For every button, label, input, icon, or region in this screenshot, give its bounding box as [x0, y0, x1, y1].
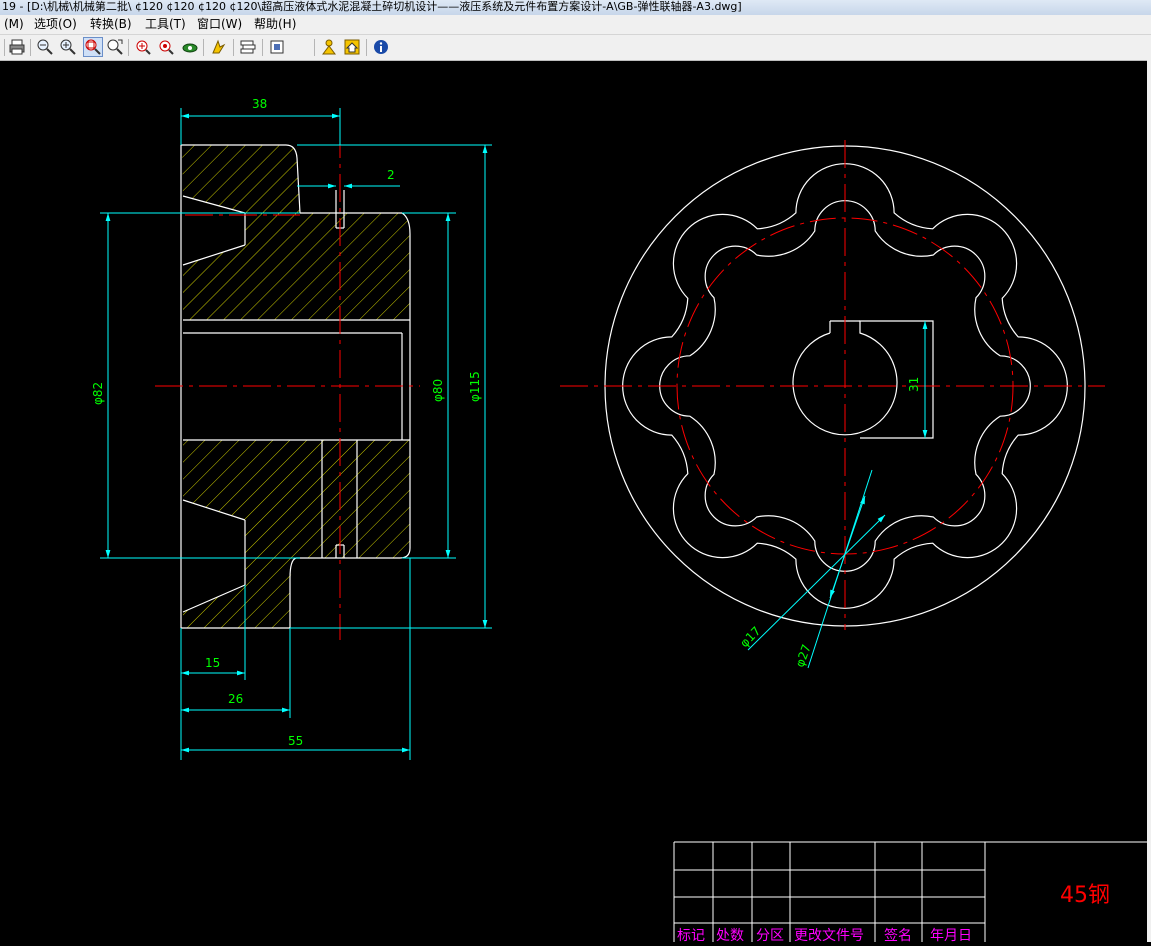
zoom-in-icon[interactable] — [59, 38, 77, 56]
window-title: 19 - [D:\机械\机械第二批\ ¢120 ¢120 ¢120 ¢120\超… — [2, 0, 742, 13]
layers-icon[interactable] — [239, 38, 257, 56]
menu-options[interactable]: 选项(O) — [32, 16, 79, 33]
dim-55: 55 — [288, 734, 303, 748]
tb-header-count: 处数 — [716, 928, 744, 942]
title-block: 标记 处数 分区 更改文件号 签名 年月日 45钢 — [673, 841, 1147, 944]
tb-header-zone: 分区 — [756, 928, 784, 942]
window-edge — [1147, 35, 1151, 942]
home-icon[interactable] — [343, 38, 361, 56]
menu-help[interactable]: 帮助(H) — [252, 16, 298, 33]
zoom-window-icon[interactable] — [83, 37, 103, 57]
dim-31: 31 — [907, 377, 921, 392]
tb-header-date: 年月日 — [930, 928, 972, 942]
background-icon[interactable] — [268, 38, 286, 56]
toolbar: BG — [0, 35, 1151, 86]
print-icon[interactable] — [8, 38, 26, 56]
dim-phi115: φ115 — [468, 371, 482, 402]
menu-bar: (M) 选项(O) 转换(B) 工具(T) 窗口(W) 帮助(H) — [0, 15, 1151, 35]
zoom-out-icon[interactable] — [36, 38, 54, 56]
material-label: 45钢 — [1060, 883, 1110, 908]
dim-15: 15 — [205, 656, 220, 670]
zoom-all-icon[interactable] — [134, 38, 152, 56]
drawing-canvas[interactable]: 38 2 φ82 φ80 φ115 15 26 55 31 φ17 φ27 标记… — [0, 61, 1147, 944]
title-bar: 19 - [D:\机械\机械第二批\ ¢120 ¢120 ¢120 ¢120\超… — [0, 0, 1151, 16]
info-icon[interactable] — [372, 38, 390, 56]
dim-phi80: φ80 — [431, 379, 445, 402]
view-icon[interactable] — [181, 38, 199, 56]
dim-2: 2 — [387, 168, 395, 182]
tb-header-docno: 更改文件号 — [794, 928, 864, 942]
menu-tools[interactable]: 工具(T) — [143, 16, 188, 33]
menu-convert[interactable]: 转换(B) — [88, 16, 134, 33]
menu-m[interactable]: (M) — [2, 16, 26, 33]
dim-phi17: φ17 — [737, 624, 763, 650]
tool-person-icon[interactable] — [320, 38, 338, 56]
dim-phi27: φ27 — [793, 642, 814, 669]
pan-icon[interactable] — [209, 38, 227, 56]
front-view: 31 φ17 φ27 — [560, 140, 1105, 669]
cad-drawing: 38 2 φ82 φ80 φ115 15 26 55 31 φ17 φ27 标记… — [91, 97, 1147, 944]
dim-38: 38 — [252, 97, 267, 111]
zoom-extents-icon[interactable] — [157, 38, 175, 56]
tb-header-mark: 标记 — [677, 928, 705, 942]
tb-header-sign: 签名 — [884, 927, 912, 942]
section-view — [155, 130, 420, 640]
zoom-realtime-icon[interactable] — [106, 38, 124, 56]
menu-window[interactable]: 窗口(W) — [195, 16, 244, 33]
dim-26: 26 — [228, 692, 243, 706]
dim-phi82: φ82 — [91, 382, 105, 405]
